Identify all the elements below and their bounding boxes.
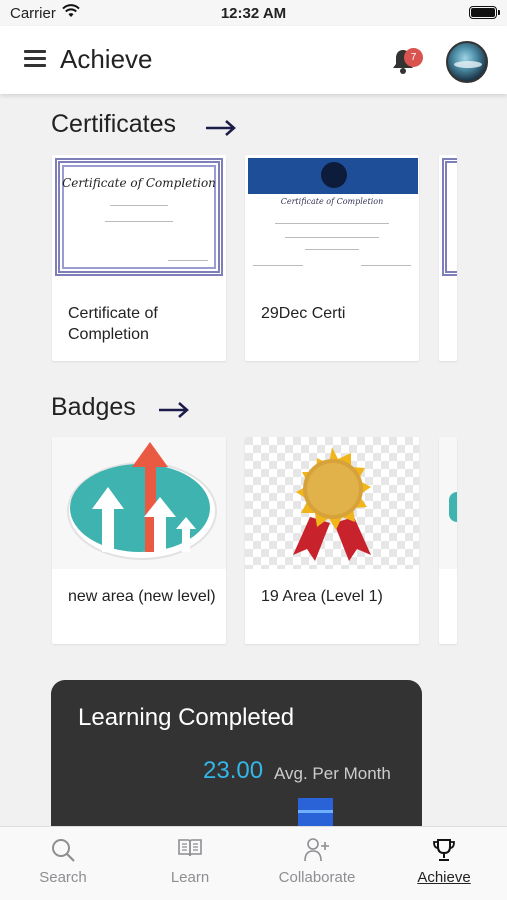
tab-achieve[interactable]: Achieve — [381, 827, 507, 900]
search-icon — [52, 839, 75, 862]
status-bar: Carrier 12:32 AM — [0, 0, 507, 26]
tab-learn[interactable]: Learn — [127, 827, 253, 900]
certificate-label: Certificate of Completion — [68, 305, 158, 343]
certificate-image-title: Certificate of Completion — [62, 176, 216, 190]
certificate-label: 29Dec Certi — [261, 305, 346, 322]
badge-card[interactable]: 19 Area (Level 1) — [245, 437, 419, 644]
tab-collaborate[interactable]: Collaborate — [254, 827, 380, 900]
certificate-card-partial[interactable] — [439, 155, 457, 361]
badge-card-partial[interactable] — [439, 437, 457, 644]
tab-label: Search — [39, 869, 87, 886]
avatar[interactable] — [446, 41, 488, 83]
add-user-icon — [304, 838, 329, 862]
gold-medal-badge-image — [245, 437, 419, 569]
tab-label: Learn — [170, 869, 210, 886]
tab-search[interactable]: Search — [0, 827, 126, 900]
tab-bar: Search Learn Collaborate Achieve — [0, 826, 507, 900]
certificate-image-title: Certificate of Completion — [280, 197, 384, 206]
badge-label: 19 Area (Level 1) — [261, 588, 383, 605]
learning-unit: Avg. Per Month — [274, 764, 391, 783]
certificate-thumbnail: Certificate of Completion — [245, 155, 419, 281]
arrow-right-icon[interactable] — [205, 119, 237, 137]
page-title: Achieve — [60, 44, 153, 74]
battery-icon — [469, 6, 500, 19]
status-time: 12:32 AM — [220, 5, 287, 22]
trophy-icon — [433, 839, 455, 861]
certificate-card[interactable]: Certificate of Completion 29Dec Certi — [245, 155, 419, 361]
certificate-card[interactable]: Certificate of Completion Certificate of… — [52, 155, 226, 361]
book-icon — [178, 839, 202, 857]
growth-arrows-badge-image — [52, 437, 226, 569]
learning-value: 23.00 — [203, 757, 264, 784]
notification-badge: 7 — [404, 48, 423, 67]
tab-label: Achieve — [417, 869, 471, 886]
badge-label: new area (new level) — [68, 588, 216, 605]
learning-title: Learning Completed — [78, 704, 295, 731]
badge-card[interactable]: new area (new level) — [52, 437, 226, 644]
app-header: Achieve 7 — [0, 26, 507, 94]
certificates-title[interactable]: Certificates — [51, 110, 176, 139]
learning-chart-bar — [298, 798, 333, 826]
tab-label: Collaborate — [278, 869, 356, 886]
badges-title[interactable]: Badges — [51, 393, 136, 422]
menu-icon[interactable] — [24, 50, 46, 68]
arrow-right-icon[interactable] — [158, 401, 190, 419]
certificate-thumbnail: Certificate of Completion — [52, 155, 226, 281]
